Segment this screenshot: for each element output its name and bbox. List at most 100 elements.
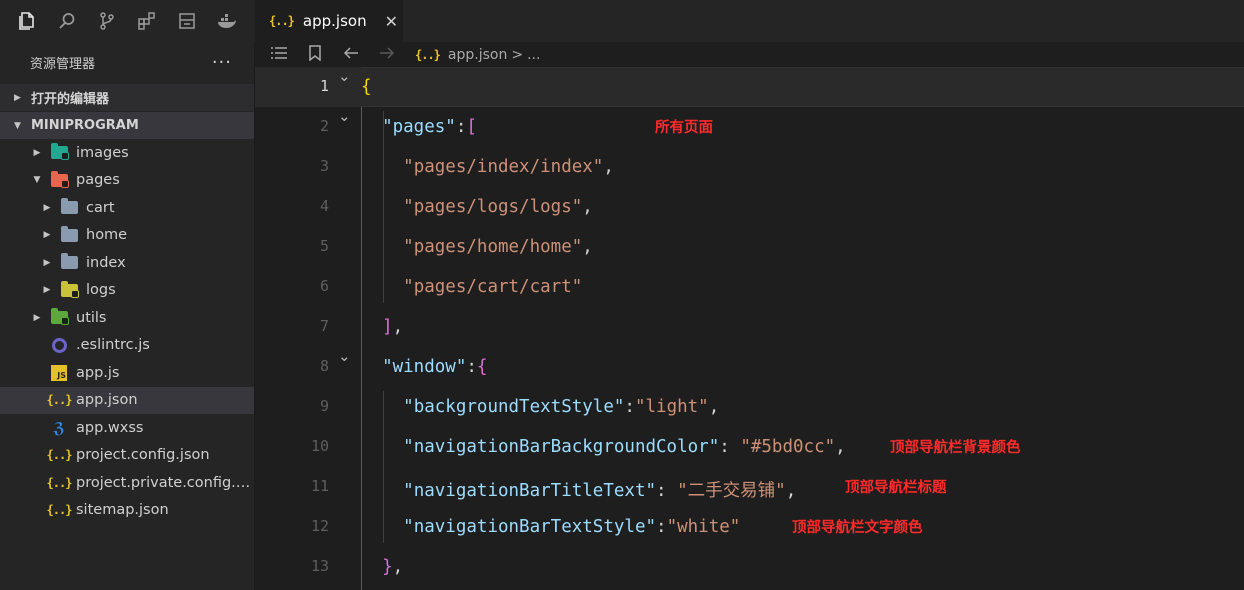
tree-item-app-js[interactable]: JS app.js [0, 359, 254, 387]
explorer-icon[interactable] [14, 8, 40, 34]
chevron-right-icon: ▶ [43, 285, 51, 296]
folder-pages-icon [50, 170, 69, 188]
forward-arrow-icon[interactable] [375, 46, 399, 64]
open-editors-section[interactable]: ▶ 打开的编辑器 [0, 84, 254, 111]
code-text: "navigationBarTextStyle":"white" [403, 517, 741, 537]
tree-item-images[interactable]: ▶ images [0, 139, 254, 167]
line-number: 6 [319, 277, 329, 295]
json-file-icon: {..} [269, 14, 295, 28]
bookmark-icon[interactable] [303, 44, 327, 65]
project-section[interactable]: ▼ MINIPROGRAM [0, 112, 254, 139]
line-number: 10 [310, 437, 329, 455]
code-text: "window":{ [382, 357, 488, 377]
back-arrow-icon[interactable] [339, 46, 363, 64]
explorer-header: 资源管理器 ··· [0, 42, 254, 82]
tree-item-pages[interactable]: ▼ pages [0, 167, 254, 195]
line-number: 13 [310, 557, 329, 575]
json-file-icon: {..} [46, 475, 73, 490]
line-number: 8 [319, 357, 329, 375]
breadcrumb-more[interactable]: ... [527, 47, 540, 63]
breadcrumb: {..} app.json > ... [255, 42, 1244, 67]
code-line[interactable]: 13 }, [255, 547, 1244, 587]
tree-item-eslintrc-js[interactable]: .eslintrc.js [0, 332, 254, 360]
tree-item-logs[interactable]: ▶ logs [0, 277, 254, 305]
extensions-icon[interactable] [134, 8, 160, 34]
code-text: "pages/index/index", [403, 157, 614, 177]
folder-logs-icon [60, 280, 79, 298]
chevron-right-icon: ▶ [43, 257, 51, 268]
code-line[interactable]: 4 "pages/logs/logs", [255, 187, 1244, 227]
file-tree: ▶ images ▼ pages ▶ cart ▶ home ▶ index ▶ logs ▶ utils… [0, 139, 254, 524]
list-icon[interactable] [267, 46, 291, 64]
tree-item-utils[interactable]: ▶ utils [0, 304, 254, 332]
breadcrumb-file[interactable]: app.json [448, 47, 507, 63]
code-line[interactable]: 7 ], [255, 307, 1244, 347]
source-control-icon[interactable] [94, 8, 120, 34]
tree-item-cart[interactable]: ▶ cart [0, 194, 254, 222]
folder-icon [60, 253, 78, 271]
line-number: 3 [319, 157, 329, 175]
section-label: MINIPROGRAM [31, 118, 139, 133]
code-line[interactable]: 12 "navigationBarTextStyle":"white" 顶部导航栏… [255, 507, 1244, 547]
code-line[interactable]: 10 "navigationBarBackgroundColor": "#5bd… [255, 427, 1244, 467]
fold-chevron-icon[interactable]: ⌄ [338, 67, 351, 85]
tree-item-label: home [86, 227, 128, 244]
close-icon[interactable]: ✕ [385, 12, 398, 31]
tree-item-sitemap-json[interactable]: {..} sitemap.json [0, 497, 254, 525]
folder-images-icon [50, 143, 69, 161]
fold-chevron-icon[interactable]: ⌄ [338, 107, 351, 125]
tree-item-app-wxss[interactable]: ℨapp.wxss [0, 414, 254, 442]
explorer-sidebar: 资源管理器 ··· ▶ 打开的编辑器 ▼ MINIPROGRAM ▶ images… [0, 42, 255, 590]
docker-icon[interactable] [214, 8, 240, 34]
chevron-down-icon: ▼ [33, 175, 41, 186]
annotation-bg-color: 顶部导航栏背景颜色 [890, 440, 1021, 456]
tree-item-label: project.config.json [76, 447, 210, 464]
tree-item-label: .eslintrc.js [76, 337, 150, 354]
line-number: 4 [319, 197, 329, 215]
tree-item-project-config-json[interactable]: {..} project.config.json [0, 442, 254, 470]
line-number: 5 [319, 237, 329, 255]
css-file-icon: ℨ [53, 418, 65, 437]
code-line[interactable]: 2 ⌄ "pages":[所有页面 [255, 107, 1244, 147]
line-number: 11 [310, 477, 329, 495]
code-line[interactable]: 3 "pages/index/index", [255, 147, 1244, 187]
code-line[interactable]: 11 "navigationBarTitleText": "二手交易铺", 顶部导… [255, 467, 1244, 507]
current-line-highlight [361, 67, 1244, 107]
code-line[interactable]: 9 "backgroundTextStyle":"light", [255, 387, 1244, 427]
fold-chevron-icon[interactable]: ⌄ [338, 347, 351, 365]
section-label: 打开的编辑器 [31, 92, 110, 107]
tree-item-label: app.json [76, 392, 138, 409]
tree-item-label: cart [86, 199, 115, 216]
folder-icon [60, 198, 78, 216]
tree-item-index[interactable]: ▶ index [0, 249, 254, 277]
tree-item-label: index [86, 254, 126, 271]
activity-bar [0, 0, 255, 42]
chevron-right-icon: ▶ [14, 92, 21, 103]
folder-utils-icon [50, 308, 69, 326]
more-actions-icon[interactable]: ··· [212, 52, 232, 73]
tab-app-json[interactable]: {..} app.json ✕ [255, 0, 403, 42]
json-file-icon: {..} [46, 448, 73, 463]
tree-item-project-private-config-js[interactable]: {..} project.private.config.js... [0, 469, 254, 497]
tree-item-label: utils [76, 309, 107, 326]
line-number: 2 [319, 117, 329, 135]
line-number: 1 [319, 77, 329, 95]
search-icon[interactable] [54, 8, 80, 34]
folder-icon [60, 225, 78, 243]
line-number: 9 [319, 397, 329, 415]
code-editor[interactable]: 1 ⌄{2 ⌄ "pages":[所有页面 3 "pages/index/index"… [255, 67, 1244, 590]
code-text: "pages/cart/cart" [403, 277, 583, 297]
tree-item-label: pages [76, 172, 120, 189]
remote-icon[interactable] [174, 8, 200, 34]
code-line[interactable]: 8 ⌄ "window":{ [255, 347, 1244, 387]
json-file-icon: {..} [46, 393, 73, 408]
json-file-icon: {..} [46, 503, 73, 518]
code-line[interactable]: 6 "pages/cart/cart" [255, 267, 1244, 307]
chevron-right-icon: ▶ [43, 202, 51, 213]
code-line[interactable]: 1 ⌄{ [255, 67, 1244, 107]
annotation-pages: 所有页面 [655, 120, 713, 136]
tree-item-home[interactable]: ▶ home [0, 222, 254, 250]
line-number: 7 [319, 317, 329, 335]
tree-item-app-json[interactable]: {..} app.json [0, 386, 254, 414]
code-line[interactable]: 5 "pages/home/home", [255, 227, 1244, 267]
